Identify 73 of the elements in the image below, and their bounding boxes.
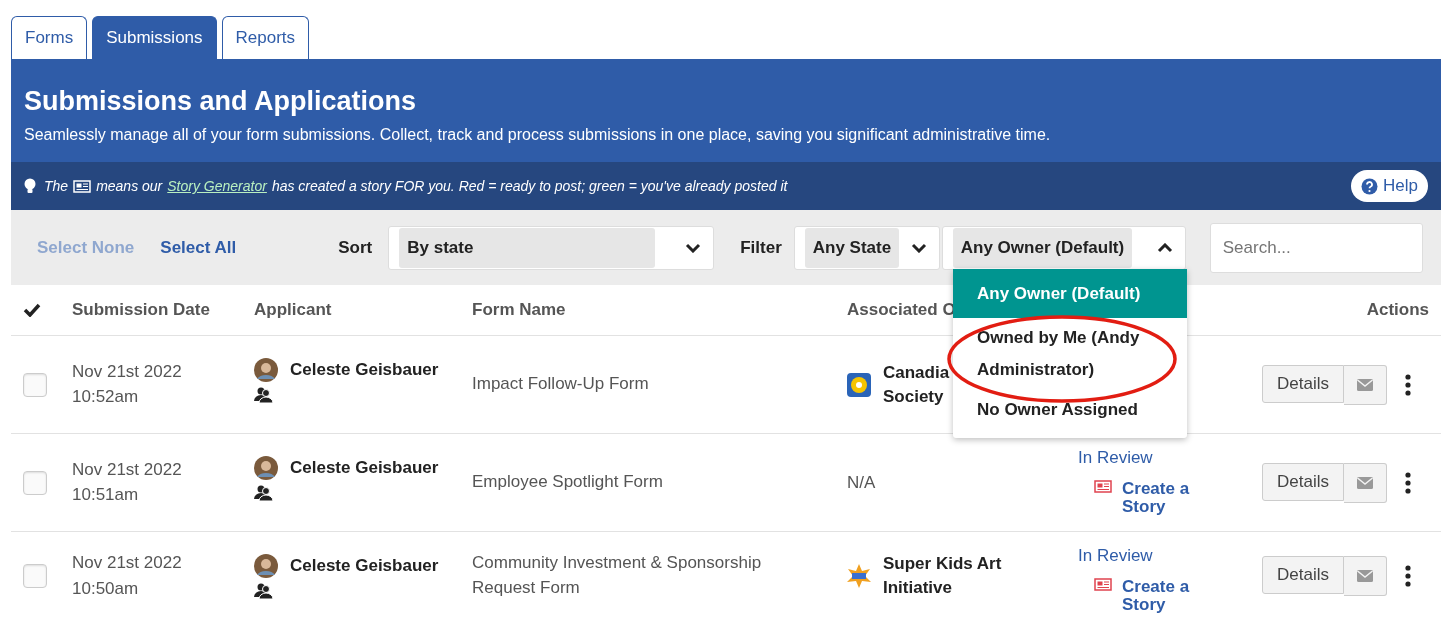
tab[interactable]: Forms (11, 16, 88, 59)
email-button[interactable] (1343, 364, 1387, 405)
chevron-up-icon (1156, 242, 1173, 253)
burst-logo-icon (847, 564, 871, 588)
search-field[interactable]: Search... (1209, 222, 1423, 273)
chevron-down-icon (685, 242, 702, 253)
tab[interactable]: Submissions (92, 16, 217, 59)
page-title: Submissions and Applications (24, 86, 418, 117)
details-button[interactable]: Details (1262, 556, 1344, 594)
create-story-link[interactable]: Create a Story (1122, 480, 1202, 516)
submission-time: 10:51am (72, 484, 140, 506)
story-generator-link[interactable]: Story Generator (167, 178, 267, 194)
submission-date: Nov 21st 2022 (72, 552, 182, 575)
submission-date: Nov 21st 2022 (72, 458, 182, 481)
notice-text: The means our Story Generator has created a story FOR you. Red = ready to post; green = you've already posted it (44, 178, 788, 194)
newspaper-icon (1094, 578, 1112, 591)
tab[interactable]: Reports (221, 16, 310, 59)
dropdown-option[interactable]: Owned by Me (Andy Administrator) (953, 318, 1187, 390)
owner-select[interactable]: Any Owner (Default) (941, 225, 1186, 270)
column-header: Form Name (472, 300, 566, 320)
mail-icon (1356, 570, 1373, 582)
organization-name: Super Kids Art Initiative (883, 553, 1002, 599)
details-button[interactable]: Details (1262, 364, 1344, 403)
email-button[interactable] (1343, 556, 1387, 596)
checkmark-icon[interactable] (23, 303, 41, 317)
form-name: Employee Spotlight Form (472, 471, 663, 494)
applicant-name: Celeste Geisbauer (290, 360, 439, 380)
submission-time: 10:52am (72, 386, 140, 408)
status-text: In Review (1078, 546, 1154, 566)
column-header: Applicant (254, 300, 332, 320)
form-name: Impact Follow-Up Form (472, 373, 649, 396)
help-button[interactable]: Help (1351, 170, 1428, 202)
more-options-icon[interactable] (1404, 565, 1411, 587)
applicant-name: Celeste Geisbauer (290, 458, 439, 478)
row-checkbox[interactable] (23, 564, 47, 588)
organization-name: Canadia Society (883, 361, 950, 408)
create-story-link[interactable]: Create a Story (1122, 578, 1202, 614)
avatar-icon (254, 456, 278, 480)
dropdown-option[interactable]: Any Owner (Default) (953, 269, 1187, 318)
row-checkbox[interactable] (23, 372, 47, 397)
users-icon (254, 484, 274, 501)
more-options-icon[interactable] (1404, 471, 1411, 494)
newspaper-icon (1094, 480, 1112, 493)
lightbulb-icon (24, 178, 36, 194)
users-icon (254, 386, 274, 403)
dropdown-option[interactable]: No Owner Assigned (953, 390, 1187, 430)
users-icon (254, 582, 274, 599)
page-description: Seamlessly manage all of your form submissions. Collect, track and process submissions in one place, saving you significant administrative time. (24, 126, 1052, 144)
more-options-icon[interactable] (1404, 373, 1411, 396)
status-text: In Review (1078, 448, 1154, 468)
newspaper-icon (73, 179, 92, 193)
applicant-name: Celeste Geisbauer (290, 556, 439, 576)
avatar-icon (254, 358, 278, 382)
submission-time: 10:50am (72, 577, 140, 600)
mail-icon (1356, 378, 1373, 391)
help-icon (1361, 177, 1379, 195)
email-button[interactable] (1343, 462, 1387, 503)
form-name: Community Investment & Sponsorship Request Form (472, 552, 763, 599)
sort-select[interactable]: By state (388, 225, 715, 270)
column-header: Submission Date (72, 300, 210, 320)
chevron-down-icon (910, 242, 927, 253)
select-all-link[interactable]: Select All (160, 237, 237, 258)
row-checkbox[interactable] (23, 470, 47, 495)
filter-label: Filter (740, 237, 782, 258)
organization-name: N/A (847, 472, 876, 493)
submission-date: Nov 21st 2022 (72, 360, 182, 383)
avatar-icon (254, 554, 278, 578)
flower-logo-icon (847, 372, 871, 397)
state-select[interactable]: Any State (793, 225, 940, 270)
sort-label: Sort (338, 237, 373, 258)
mail-icon (1356, 476, 1373, 489)
column-header: Actions (1366, 300, 1429, 320)
details-button[interactable]: Details (1262, 462, 1344, 501)
